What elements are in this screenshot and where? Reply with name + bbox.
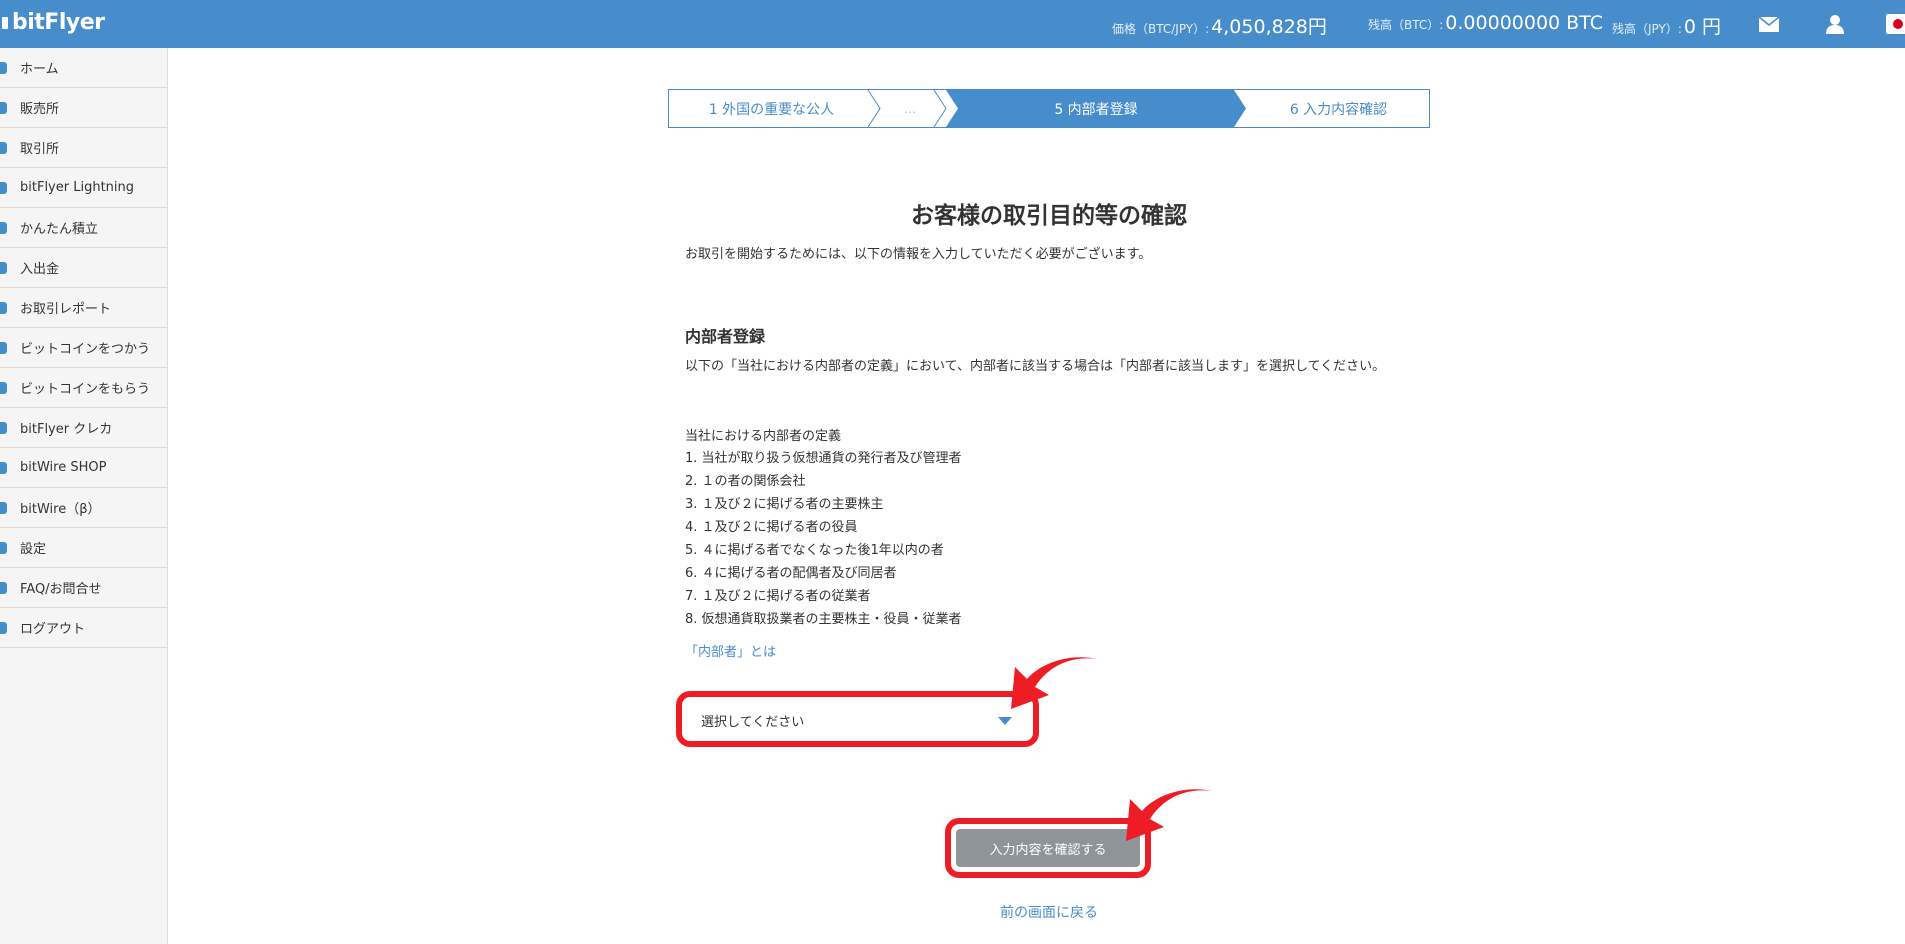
select-placeholder: 選択してください xyxy=(701,714,805,730)
sidebar-item-report[interactable]: お取引レポート xyxy=(0,288,167,328)
sidebar-item-label: ビットコインをつかう xyxy=(20,342,151,357)
report-icon xyxy=(0,302,7,314)
cart-icon xyxy=(0,342,7,354)
savings-icon xyxy=(0,222,7,234)
insider-definition-link[interactable]: 「内部者」とは xyxy=(685,641,776,660)
select-highlight-box: 選択してください xyxy=(676,691,1039,747)
sidebar-item-label: 設定 xyxy=(20,542,47,557)
sidebar-item-settings[interactable]: 設定 xyxy=(0,528,167,568)
lightning-icon xyxy=(0,182,7,194)
sidebar-item-label: bitWire SHOP xyxy=(20,460,107,475)
definition-list: 1. 当社が取り扱う仮想通貨の発行者及び管理者 2. １の者の関係会社 3. １… xyxy=(685,447,962,631)
faq-icon xyxy=(0,582,7,594)
user-icon[interactable] xyxy=(1823,12,1847,36)
sidebar-item-lightning[interactable]: bitFlyer Lightning xyxy=(0,168,167,208)
definition-item: 5. ４に掲げる者でなくなった後1年以内の者 xyxy=(685,543,944,558)
jpy-balance: 残高（JPY）: 0 円 xyxy=(1612,12,1721,39)
main-content xyxy=(168,48,1905,944)
sidebar-item-label: bitWire（β） xyxy=(20,502,101,517)
mail-icon[interactable] xyxy=(1757,12,1781,36)
red-arrow-icon xyxy=(1126,789,1212,841)
deposit-icon xyxy=(0,262,7,274)
store-icon xyxy=(0,102,7,114)
settings-icon xyxy=(0,542,7,554)
share-icon xyxy=(0,502,7,514)
jpy-balance-value: 0 円 xyxy=(1683,16,1722,38)
definition-title: 当社における内部者の定義 xyxy=(685,429,842,444)
sidebar-item-store[interactable]: 販売所 xyxy=(0,88,167,128)
btc-balance: 残高（BTC）: 0.00000000 BTC xyxy=(1368,12,1603,34)
sidebar-item-label: 販売所 xyxy=(20,102,60,117)
sidebar-item-savings[interactable]: かんたん積立 xyxy=(0,208,167,248)
shop-icon xyxy=(0,462,7,474)
sidebar-item-home[interactable]: ホーム xyxy=(0,48,167,88)
sidebar-item-credit-card[interactable]: bitFlyer クレカ xyxy=(0,408,167,448)
sidebar-nav: ホーム 販売所 取引所 bitFlyer Lightning かんたん積立 入出… xyxy=(0,48,168,944)
sidebar-item-earn-bitcoin[interactable]: ビットコインをもらう xyxy=(0,368,167,408)
sidebar-item-faq[interactable]: FAQ/お問合せ xyxy=(0,568,167,608)
step-ellipsis: … xyxy=(904,101,916,116)
logout-icon xyxy=(0,622,7,634)
intro-text: お取引を開始するためには、以下の情報を入力していただく必要がございます。 xyxy=(685,247,1152,262)
sidebar-item-label: bitFlyer クレカ xyxy=(20,422,113,437)
sidebar-item-label: かんたん積立 xyxy=(20,222,99,237)
sidebar-item-bitwire-shop[interactable]: bitWire SHOP xyxy=(0,448,167,488)
definition-item: 6. ４に掲げる者の配偶者及び同居者 xyxy=(685,566,897,581)
exchange-icon xyxy=(0,142,7,154)
definition-item: 8. 仮想通貨取扱業者の主要株主・役員・従業者 xyxy=(685,612,962,627)
japan-flag-icon[interactable] xyxy=(1886,14,1905,34)
sidebar-item-use-bitcoin[interactable]: ビットコインをつかう xyxy=(0,328,167,368)
bitflyer-logo[interactable]: bitFlyer xyxy=(2,10,105,35)
sidebar-item-deposit[interactable]: 入出金 xyxy=(0,248,167,288)
definition-item: 4. １及び２に掲げる者の役員 xyxy=(685,520,858,535)
home-icon xyxy=(0,62,7,74)
back-link[interactable]: 前の画面に戻る xyxy=(668,902,1430,922)
definition-item: 3. １及び２に掲げる者の主要株主 xyxy=(685,497,884,512)
definition-item: 7. １及び２に掲げる者の従業者 xyxy=(685,589,871,604)
sidebar-item-label: ビットコインをもらう xyxy=(20,382,151,397)
price-ticker: 価格（BTC/JPY）: 4,050,828円 xyxy=(1112,12,1327,39)
definition-item: 1. 当社が取り扱う仮想通貨の発行者及び管理者 xyxy=(685,451,962,466)
definition-item: 2. １の者の関係会社 xyxy=(685,474,806,489)
step-1: 1 外国の重要な公人 xyxy=(708,101,835,118)
price-label: 価格（BTC/JPY）: xyxy=(1112,22,1210,36)
section-title: 内部者登録 xyxy=(685,327,766,346)
insider-select[interactable]: 選択してください xyxy=(689,702,1026,738)
sidebar-item-label: ホーム xyxy=(20,62,59,77)
sidebar-item-label: FAQ/お問合せ xyxy=(20,582,102,597)
sidebar-item-label: bitFlyer Lightning xyxy=(20,180,135,195)
logo-text: bitFlyer xyxy=(12,10,105,35)
sidebar-item-label: お取引レポート xyxy=(20,302,112,317)
sidebar-item-bitwire[interactable]: bitWire（β） xyxy=(0,488,167,528)
top-header: bitFlyer 価格（BTC/JPY）: 4,050,828円 残高（BTC）… xyxy=(0,0,1905,48)
logo-mark-icon xyxy=(2,16,8,29)
step-6: 6 入力内容確認 xyxy=(1289,101,1388,118)
gift-icon xyxy=(0,382,7,394)
btc-balance-label: 残高（BTC）: xyxy=(1368,18,1444,32)
card-icon xyxy=(0,422,7,434)
red-arrow-icon xyxy=(1011,657,1097,709)
sidebar-item-label: ログアウト xyxy=(20,622,86,637)
price-value: 4,050,828円 xyxy=(1211,16,1327,38)
sidebar-item-logout[interactable]: ログアウト xyxy=(0,608,167,648)
sidebar-item-exchange[interactable]: 取引所 xyxy=(0,128,167,168)
sidebar-item-label: 取引所 xyxy=(20,142,60,157)
progress-stepper: 1 外国の重要な公人 … 5 内部者登録 6 入力内容確認 xyxy=(668,89,1430,128)
sidebar-item-label: 入出金 xyxy=(20,262,60,277)
step-5-active: 5 内部者登録 xyxy=(1054,101,1138,118)
btc-balance-value: 0.00000000 BTC xyxy=(1445,12,1603,34)
jpy-balance-label: 残高（JPY）: xyxy=(1612,22,1682,36)
page-title: お客様の取引目的等の確認 xyxy=(911,203,1187,229)
confirm-input-button[interactable]: 入力内容を確認する xyxy=(956,829,1140,867)
section-description: 以下の「当社における内部者の定義」において、内部者に該当する場合は「内部者に該当… xyxy=(685,359,1386,374)
